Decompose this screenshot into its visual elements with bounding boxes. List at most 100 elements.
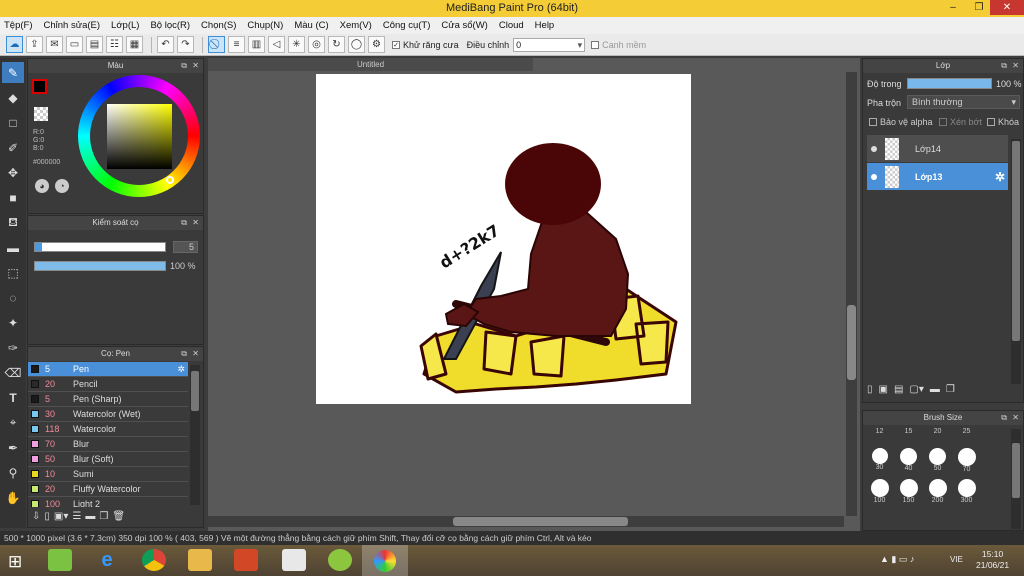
pages-icon[interactable]: ☷ — [106, 36, 123, 53]
windows-start-icon[interactable]: ⊞ — [8, 552, 22, 572]
menu-filter[interactable]: Bộ lọc(R) — [150, 20, 190, 31]
duplicate-icon[interactable]: ❐ — [946, 384, 955, 395]
add-brush-menu-icon[interactable]: ▣▾ — [54, 511, 68, 522]
app-green-icon[interactable] — [328, 549, 352, 571]
snap-vanish-icon[interactable]: ◁ — [268, 36, 285, 53]
duplicate-icon[interactable]: ❐ — [99, 511, 108, 522]
close-icon[interactable]: ✕ — [192, 59, 199, 73]
layer-item-14[interactable]: Lớp14 — [867, 135, 1008, 162]
bluestacks-icon[interactable] — [48, 549, 72, 571]
shape-tool-icon[interactable]: □ — [2, 112, 24, 133]
scrollbar-thumb[interactable] — [1012, 141, 1020, 341]
brush-size-preset[interactable]: 15 — [894, 428, 923, 435]
select-rect-tool-icon[interactable]: ⬚ — [2, 262, 24, 283]
smooth-checkbox[interactable]: Canh mềm — [591, 40, 646, 50]
brush-item-watercolor[interactable]: 118 Watercolor — [28, 422, 188, 437]
cloud-icon[interactable]: ☁ — [6, 36, 23, 53]
folder-icon[interactable]: ▬ — [85, 511, 95, 522]
menu-file[interactable]: Tệp(F) — [4, 20, 33, 31]
magic-wand-tool-icon[interactable]: ✦ — [2, 312, 24, 333]
popout-icon[interactable]: ⧉ — [181, 347, 187, 361]
powerpoint-icon[interactable] — [234, 549, 258, 571]
snap-circle-icon[interactable]: ◎ — [308, 36, 325, 53]
clipping-checkbox[interactable]: Xén bớt — [939, 117, 982, 127]
menu-layer[interactable]: Lớp(L) — [111, 20, 139, 31]
close-icon[interactable]: ✕ — [1012, 411, 1019, 425]
medibang-taskbar-button[interactable] — [362, 545, 408, 576]
brush-list-scrollbar[interactable] — [190, 365, 200, 505]
fill-rect-tool-icon[interactable]: ■ — [2, 187, 24, 208]
eye-icon[interactable] — [871, 173, 877, 180]
transparent-color-swatch[interactable] — [34, 107, 48, 121]
adjust-input[interactable]: 0 ▾ — [513, 37, 586, 52]
select-pen-tool-icon[interactable]: ✑ — [2, 337, 24, 358]
brush-item-watercolor-wet[interactable]: 30 Watercolor (Wet) — [28, 407, 188, 422]
divide-tool-icon[interactable]: ⌖ — [2, 412, 24, 433]
blend-mode-select[interactable]: Bình thường ▾ — [907, 95, 1020, 109]
close-icon[interactable]: ✕ — [192, 347, 199, 361]
bucket-tool-icon[interactable]: ⛾ — [2, 212, 24, 233]
chrome-icon[interactable] — [142, 549, 166, 571]
brush-opacity-slider[interactable] — [34, 261, 166, 271]
gear-icon[interactable]: ✲ — [995, 170, 1005, 184]
tray-icons[interactable]: ▲ ▮ ▭ ♪ — [880, 554, 914, 565]
redo-icon[interactable]: ↷ — [177, 36, 194, 53]
brush-item-sumi[interactable]: 10 Sumi — [28, 467, 188, 482]
menu-view[interactable]: Xem(V) — [340, 20, 372, 31]
eyedropper-tool-icon[interactable]: ✒ — [2, 437, 24, 458]
file-explorer-icon[interactable] — [188, 549, 212, 571]
brush-size-value[interactable]: 5 — [173, 241, 198, 253]
foreground-color-swatch[interactable] — [32, 79, 47, 94]
delete-icon[interactable]: 🗑 — [112, 511, 125, 522]
popout-icon[interactable]: ⧉ — [181, 216, 187, 230]
new-8bit-layer-icon[interactable]: ▤ — [894, 384, 903, 395]
brush-size-preset[interactable]: 20 — [923, 428, 952, 435]
grid-icon[interactable]: ▦ — [126, 36, 143, 53]
brush-size-preset[interactable]: 150 — [894, 479, 923, 504]
snap-parallel-icon[interactable]: ≡ — [228, 36, 245, 53]
popout-icon[interactable]: ⧉ — [181, 59, 187, 73]
brush-size-preset[interactable]: 70 — [952, 448, 981, 473]
snap-curve-icon[interactable]: ↻ — [328, 36, 345, 53]
lock-checkbox[interactable]: Khóa — [987, 117, 1019, 127]
page-icon[interactable]: ▤ — [86, 36, 103, 53]
move-tool-icon[interactable]: ✥ — [2, 162, 24, 183]
scrollbar-thumb[interactable] — [1012, 443, 1020, 498]
eraser-tool-icon[interactable]: ◆ — [2, 87, 24, 108]
menu-window[interactable]: Cửa sổ(W) — [441, 20, 487, 31]
internet-explorer-icon[interactable]: e — [95, 549, 119, 571]
vertical-scrollbar[interactable] — [846, 72, 857, 516]
close-icon[interactable]: ✕ — [192, 216, 199, 230]
horizontal-scrollbar[interactable] — [208, 516, 844, 527]
protect-alpha-checkbox[interactable]: Bảo vệ alpha — [869, 117, 933, 127]
brush-size-preset[interactable]: 30 — [865, 448, 894, 473]
undo-icon[interactable]: ↶ — [157, 36, 174, 53]
gradient-tool-icon[interactable]: ▬ — [2, 237, 24, 258]
brush-size-scrollbar[interactable] — [1011, 429, 1021, 529]
clock[interactable]: 15:10 21/06/21 — [976, 549, 1009, 571]
snap-off-icon[interactable]: ⃠ — [208, 36, 225, 53]
add-brush-icon[interactable]: ▯ — [44, 511, 50, 522]
brush-item-pen-sharp[interactable]: 5 Pen (Sharp) — [28, 392, 188, 407]
brush-item-pencil[interactable]: 20 Pencil — [28, 377, 188, 392]
select-eraser-tool-icon[interactable]: ⌫ — [2, 362, 24, 383]
brush-item-fluffy-watercolor[interactable]: 20 Fluffy Watercolor — [28, 482, 188, 497]
share-icon[interactable]: ⇪ — [26, 36, 43, 53]
menu-help[interactable]: Help — [535, 20, 555, 31]
layer-list-scrollbar[interactable] — [1011, 139, 1021, 384]
brush-item-pen[interactable]: 5 Pen ✲ — [28, 362, 188, 377]
language-indicator[interactable]: VIE — [950, 555, 963, 564]
popout-icon[interactable]: ⧉ — [1001, 59, 1007, 73]
brush-size-slider[interactable] — [34, 242, 166, 252]
snap-settings-icon[interactable]: ⚙ — [368, 36, 385, 53]
brush-tool-icon[interactable]: ✎ — [2, 62, 24, 83]
menu-tools[interactable]: Công cụ(T) — [383, 20, 431, 31]
gear-icon[interactable]: ✲ — [177, 364, 185, 375]
brush-size-preset[interactable]: 50 — [923, 448, 952, 473]
snap-radial-icon[interactable]: ✳ — [288, 36, 305, 53]
brush-size-preset[interactable]: 100 — [865, 479, 894, 504]
brush-item-light-2[interactable]: 100 Light 2 — [28, 497, 188, 507]
dropper-tool-icon[interactable]: ⚲ — [2, 462, 24, 483]
brush-size-preset[interactable]: 25 — [952, 428, 981, 435]
close-window-button[interactable]: ✕ — [990, 0, 1024, 15]
